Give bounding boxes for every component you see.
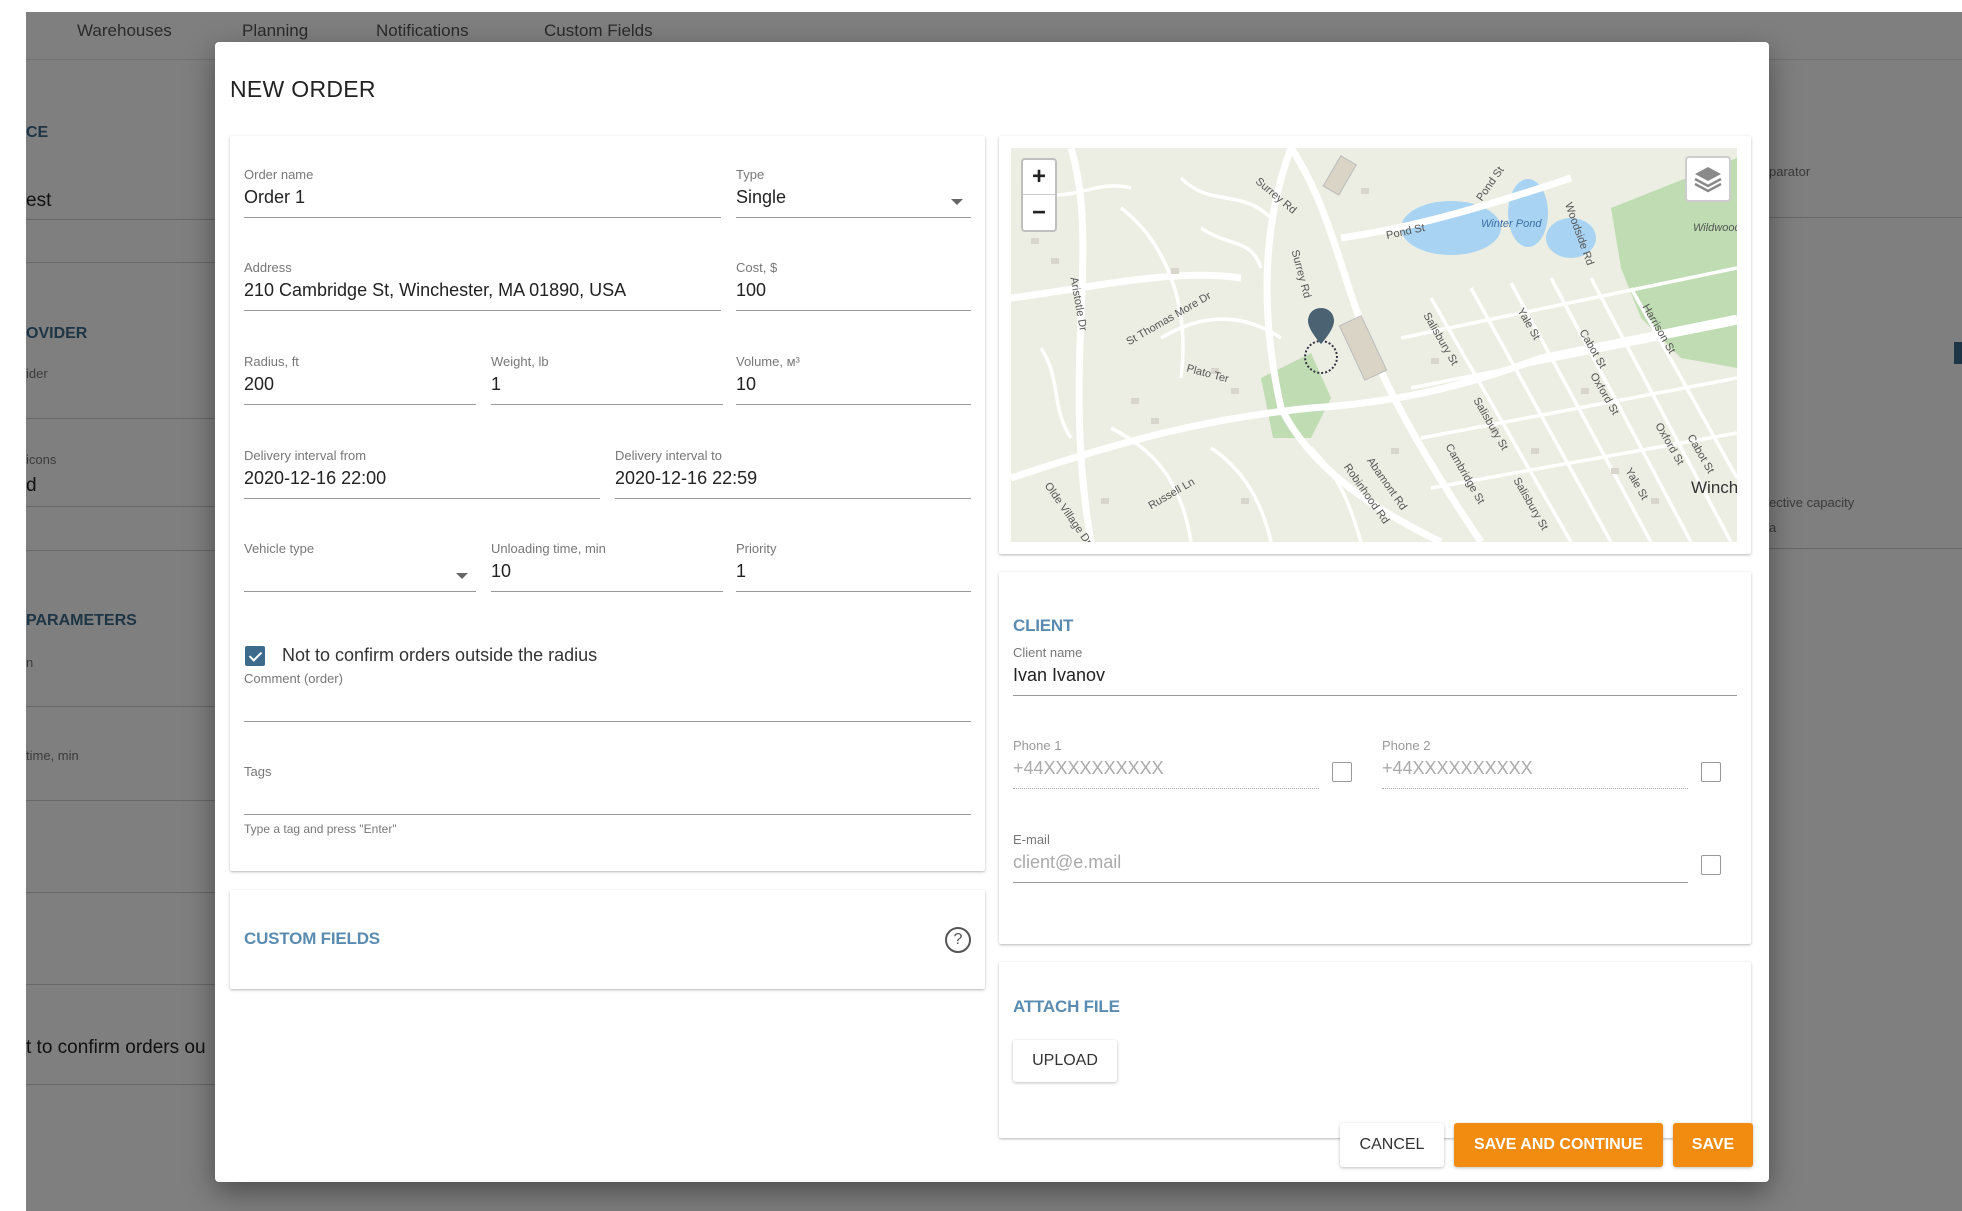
delivery-from-field[interactable]: Delivery interval from 2020-12-16 22:00 [244, 447, 600, 499]
map-card: Surrey Rd Pond St Pond St Winter Pond Wi… [999, 136, 1751, 554]
client-name-field[interactable]: Client name Ivan Ivanov [1013, 644, 1737, 696]
attach-file-title: ATTACH FILE [1013, 997, 1120, 1016]
type-select[interactable]: Type Single [736, 166, 971, 218]
tags-field[interactable]: Tags [244, 763, 971, 815]
save-button[interactable]: SAVE [1673, 1123, 1753, 1167]
zoom-out-button[interactable]: − [1023, 196, 1055, 231]
custom-fields-title[interactable]: CUSTOM FIELDS [244, 929, 380, 949]
layers-icon [1694, 167, 1722, 193]
cancel-button[interactable]: CANCEL [1340, 1123, 1444, 1167]
radius-field[interactable]: Radius, ft 200 [244, 353, 476, 405]
confirm-outside-radius-checkbox[interactable] [245, 646, 265, 666]
tags-hint: Type a tag and press "Enter" [244, 822, 397, 836]
vehicle-type-select[interactable]: Vehicle type [244, 540, 476, 592]
save-and-continue-button[interactable]: SAVE AND CONTINUE [1454, 1123, 1663, 1167]
comment-field[interactable]: Comment (order) [244, 670, 971, 722]
new-order-dialog: NEW ORDER Order name Order 1 Type Single… [215, 42, 1769, 1182]
priority-field[interactable]: Priority 1 [736, 540, 971, 592]
order-name-field[interactable]: Order name Order 1 [244, 166, 721, 218]
phone2-checkbox[interactable] [1701, 762, 1721, 782]
help-circle-icon[interactable]: ? [945, 927, 971, 953]
phone2-field[interactable]: Phone 2 +44XXXXXXXXXX [1382, 737, 1688, 789]
client-card: CLIENT Client name Ivan Ivanov Phone 1 +… [999, 572, 1751, 944]
phone1-checkbox[interactable] [1332, 762, 1352, 782]
layers-button[interactable] [1685, 156, 1731, 202]
custom-fields-card[interactable]: CUSTOM FIELDS ? [230, 890, 985, 989]
confirm-outside-radius-label[interactable]: Not to confirm orders outside the radius [282, 645, 597, 666]
chevron-down-icon[interactable] [456, 573, 468, 579]
map-view[interactable]: Surrey Rd Pond St Pond St Winter Pond Wi… [1011, 148, 1737, 542]
email-field[interactable]: E-mail client@e.mail [1013, 831, 1688, 883]
volume-field[interactable]: Volume, м³ 10 [736, 353, 971, 405]
dialog-title: NEW ORDER [230, 76, 376, 102]
client-title: CLIENT [1013, 616, 1074, 635]
email-checkbox[interactable] [1701, 855, 1721, 875]
zoom-in-button[interactable]: + [1023, 160, 1055, 195]
order-card: Order name Order 1 Type Single Address 2… [230, 136, 985, 871]
upload-button[interactable]: UPLOAD [1013, 1040, 1117, 1082]
delivery-to-field[interactable]: Delivery interval to 2020-12-16 22:59 [615, 447, 971, 499]
unloading-time-field[interactable]: Unloading time, min 10 [491, 540, 723, 592]
map-pin-icon[interactable] [1306, 306, 1336, 346]
chevron-down-icon[interactable] [951, 199, 963, 205]
phone1-field[interactable]: Phone 1 +44XXXXXXXXXX [1013, 737, 1319, 789]
zoom-control: + − [1021, 158, 1057, 232]
weight-field[interactable]: Weight, lb 1 [491, 353, 723, 405]
attach-file-card: ATTACH FILE UPLOAD [999, 962, 1751, 1138]
address-field[interactable]: Address 210 Cambridge St, Winchester, MA… [244, 259, 721, 311]
cost-field[interactable]: Cost, $ 100 [736, 259, 971, 311]
